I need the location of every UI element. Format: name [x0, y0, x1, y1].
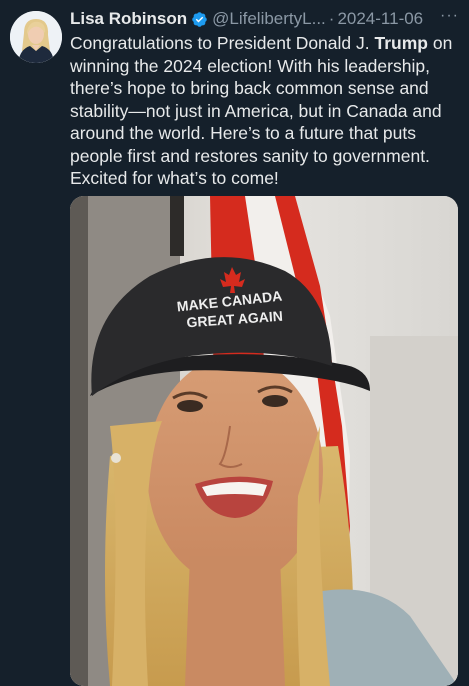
separator-dot: · [328, 9, 335, 28]
photo: MAKE CANADA GREAT AGAIN [70, 196, 458, 686]
avatar[interactable] [10, 11, 62, 63]
tweet[interactable]: Lisa Robinson @LifelibertyL... · 2024-11… [0, 0, 469, 686]
author-handle[interactable]: @LifelibertyL... [212, 8, 326, 30]
tweet-text-bold: Trump [374, 33, 428, 53]
tweet-text-part2: on winning the 2024 election! With his l… [70, 33, 453, 188]
tweet-text: Congratulations to President Donald J. T… [70, 32, 462, 190]
more-options-icon[interactable]: ··· [440, 8, 459, 24]
tweet-text-part1: Congratulations to President Donald J. [70, 33, 375, 53]
tweet-media-image[interactable]: MAKE CANADA GREAT AGAIN [70, 196, 458, 686]
tweet-header: Lisa Robinson @LifelibertyL... · 2024-11… [70, 8, 460, 30]
tweet-date[interactable]: 2024-11-06 [337, 8, 423, 30]
avatar-image [10, 11, 62, 63]
verified-badge-icon [192, 11, 207, 27]
author-name[interactable]: Lisa Robinson [70, 8, 187, 30]
